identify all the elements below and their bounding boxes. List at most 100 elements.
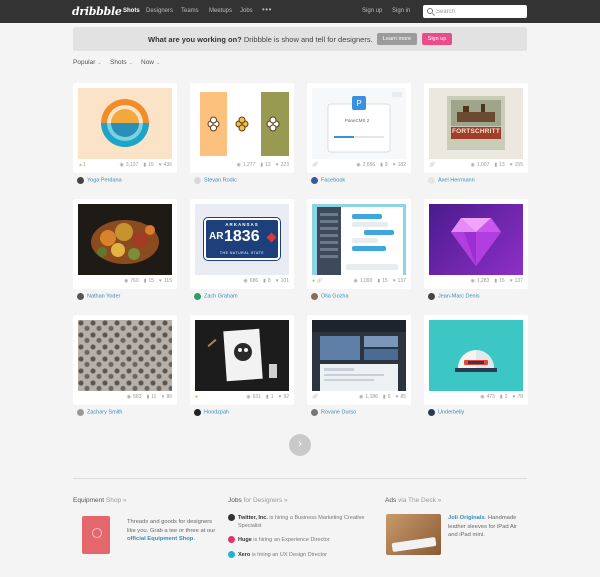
- diamond-icon: [266, 232, 277, 243]
- shot-thumbnail[interactable]: P PaneCMS 2: [312, 88, 406, 159]
- shot-thumbnail[interactable]: [312, 320, 406, 391]
- equipment-heading[interactable]: Equipment Shop »: [73, 497, 127, 504]
- equipment-description: Threads and goods for designers like you…: [127, 519, 216, 542]
- heart-icon[interactable]: ♥: [276, 278, 279, 284]
- job-listing[interactable]: Twitter, Inc. is hiring a Business Marke…: [228, 514, 364, 522]
- filter-now[interactable]: Now ⌄: [141, 59, 160, 66]
- heart-icon[interactable]: ♥: [510, 278, 513, 284]
- heart-icon[interactable]: ♥: [395, 394, 398, 400]
- shot-card[interactable]: ● ◉ 631 ▮ 1 ♥ 92: [190, 315, 294, 405]
- sign-in-link[interactable]: Sign in: [392, 8, 410, 14]
- heart-icon[interactable]: ♥: [276, 162, 279, 168]
- avatar: [428, 177, 435, 184]
- shot-card[interactable]: FORTSCHRITT 🔗︎ ◉ 1,007 ▮ 13 ♥ 155: [424, 83, 528, 173]
- shot-thumbnail[interactable]: [78, 88, 172, 159]
- shot-author[interactable]: Rovane Durso: [311, 409, 356, 417]
- shot-author[interactable]: Yoga Perdana: [77, 177, 122, 185]
- shot-author[interactable]: Olia Gozha: [311, 293, 349, 301]
- jobs-heading[interactable]: Jobs for Designers »: [228, 497, 288, 504]
- ad-image[interactable]: [386, 514, 441, 555]
- shot-card[interactable]: ◉ 583 ▮ 11 ♥ 86: [73, 315, 177, 405]
- eye-icon: ◉: [243, 278, 248, 284]
- shot-card[interactable]: ▲1 ◉ 3,137 ▮ 15 ♥ 436: [73, 83, 177, 173]
- shot-card[interactable]: ARKANSAS AR 1836 THE NATURAL STATE ◉ 686 ▮…: [190, 199, 294, 289]
- heart-icon[interactable]: ♥: [159, 162, 162, 168]
- ads-heading[interactable]: Ads via The Deck »: [385, 497, 441, 504]
- shot-thumbnail[interactable]: [195, 88, 289, 159]
- nav-more-icon[interactable]: •••: [262, 5, 272, 14]
- company-logo-icon: [228, 551, 235, 559]
- shot-author[interactable]: Hoodzpah: [194, 409, 229, 417]
- shot-thumbnail[interactable]: ARKANSAS AR 1836 THE NATURAL STATE: [195, 204, 289, 275]
- learn-more-button[interactable]: Learn more: [377, 33, 417, 45]
- author-name: Underbelly: [438, 409, 465, 416]
- shot-author[interactable]: Facebook: [311, 177, 345, 185]
- shot-card[interactable]: 🔗︎ ◉ 1,186 ▮ 6 ♥ 85: [307, 315, 411, 405]
- shot-author[interactable]: Nathan Yoder: [77, 293, 120, 301]
- shot-thumbnail[interactable]: [78, 320, 172, 391]
- shot-author[interactable]: Underbelly: [428, 409, 464, 417]
- shot-author[interactable]: Zachary Smith: [77, 409, 122, 417]
- shot-stats: ◉ 1,277 ▮ 13 ♥ 223: [190, 162, 294, 170]
- comment-count: 2: [504, 394, 508, 400]
- nav-designers[interactable]: Designers: [146, 8, 173, 14]
- shot-author[interactable]: Zach Graham: [194, 293, 238, 301]
- eye-icon: ◉: [480, 394, 485, 400]
- heart-icon[interactable]: ♥: [159, 278, 162, 284]
- nav-teams[interactable]: Teams: [181, 8, 199, 14]
- heart-icon[interactable]: ♥: [278, 394, 281, 400]
- shot-thumbnail[interactable]: [78, 204, 172, 275]
- shot-card[interactable]: P PaneCMS 2 🔗︎ ◉ 2,656 ▮ 9 ♥ 182: [307, 83, 411, 173]
- like-count: 137: [397, 278, 406, 284]
- sign-up-link[interactable]: Sign up: [362, 8, 382, 14]
- like-count: 436: [163, 162, 172, 168]
- passport-product-image[interactable]: [82, 516, 110, 554]
- filter-popular[interactable]: Popular ⌄: [73, 59, 102, 66]
- comment-icon: ▮: [263, 278, 266, 284]
- nav-jobs[interactable]: Jobs: [240, 8, 253, 14]
- author-name: Olia Gozha: [321, 293, 349, 300]
- shot-card[interactable]: ◉ 1,277 ▮ 13 ♥ 223: [190, 83, 294, 173]
- shot-thumbnail[interactable]: [195, 320, 289, 391]
- heart-icon[interactable]: ♥: [510, 162, 513, 168]
- search-icon: [427, 8, 433, 14]
- shot-author[interactable]: Axel Herrmann: [428, 177, 475, 185]
- nav-meetups[interactable]: Meetups: [209, 8, 232, 14]
- shot-card[interactable]: ◉ 760 ▮ 15 ♥ 115: [73, 199, 177, 289]
- job-listing[interactable]: Xero is hiring an UX Design Director: [228, 551, 327, 559]
- shot-thumbnail[interactable]: FORTSCHRITT: [429, 88, 523, 159]
- shot-stats: ● ◉ 631 ▮ 1 ♥ 92: [190, 394, 294, 402]
- search-input[interactable]: [436, 7, 524, 16]
- heart-icon[interactable]: ♥: [393, 162, 396, 168]
- eye-icon: ◉: [359, 394, 364, 400]
- plate-slogan: THE NATURAL STATE: [219, 251, 265, 255]
- dribbble-logo[interactable]: dribbble: [72, 5, 122, 18]
- ad-link[interactable]: Joli Originals: [448, 515, 485, 521]
- author-name: Axel Herrmann: [438, 177, 475, 184]
- banner-sign-up-button[interactable]: Sign up: [422, 33, 452, 45]
- shot-thumbnail[interactable]: [429, 320, 523, 391]
- equipment-shop-link[interactable]: official Equipment Shop: [127, 536, 193, 542]
- chevron-down-icon: ⌄: [97, 60, 102, 66]
- shot-card[interactable]: ● 🔗︎ ◉ 1,090 ▮ 15 ♥ 137: [307, 199, 411, 289]
- nav-shots[interactable]: Shots: [123, 8, 140, 14]
- search-box[interactable]: [423, 5, 527, 18]
- shot-card[interactable]: ◉ 1,283 ▮ 16 ♥ 137: [424, 199, 528, 289]
- shot-stats: ● 🔗︎ ◉ 1,090 ▮ 15 ♥ 137: [307, 278, 411, 286]
- shot-author[interactable]: Jean-Marc Denis: [428, 293, 480, 301]
- company-logo-icon: [228, 536, 235, 544]
- like-count: 182: [397, 162, 406, 168]
- heart-icon[interactable]: ♥: [393, 278, 396, 284]
- heart-icon[interactable]: ♥: [512, 394, 515, 400]
- job-listing[interactable]: Huge is hiring an Experience Director: [228, 536, 330, 544]
- filter-shots[interactable]: Shots ⌄: [110, 59, 133, 66]
- next-page-button[interactable]: ›: [289, 434, 311, 456]
- shot-artwork-website: [312, 320, 406, 391]
- shot-author[interactable]: Stevan Rodic: [194, 177, 237, 185]
- shot-thumbnail[interactable]: [429, 204, 523, 275]
- shot-thumbnail[interactable]: [312, 204, 406, 275]
- shot-card[interactable]: ◉ 473 ▮ 2 ♥ 78: [424, 315, 528, 405]
- author-name: Stevan Rodic: [204, 177, 237, 184]
- eye-icon: ◉: [126, 394, 132, 400]
- heart-icon[interactable]: ♥: [161, 394, 164, 400]
